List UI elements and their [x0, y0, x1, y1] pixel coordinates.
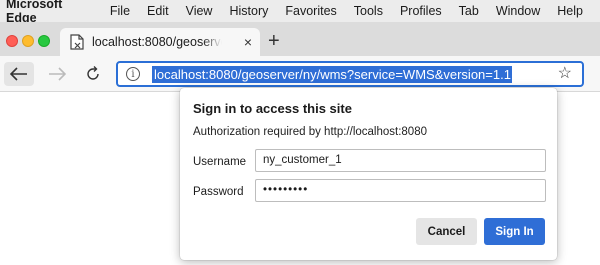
macos-menu-bar: Microsoft Edge File Edit View History Fa…: [0, 0, 600, 25]
tab-strip: localhost:8080/geoserver/ny/wms × +: [0, 22, 600, 56]
refresh-icon: [87, 66, 99, 80]
back-button[interactable]: [4, 62, 34, 86]
menu-view[interactable]: View: [186, 4, 213, 18]
menu-history[interactable]: History: [229, 4, 268, 18]
close-tab-icon[interactable]: ×: [244, 34, 252, 50]
menu-profiles[interactable]: Profiles: [400, 4, 442, 18]
back-arrow-icon: [10, 67, 27, 81]
favorite-star-icon[interactable]: ☆: [558, 63, 572, 85]
menu-edit[interactable]: Edit: [147, 4, 169, 18]
browser-toolbar: i localhost:8080/geoserver/ny/wms?servic…: [0, 56, 600, 92]
tab-title: localhost:8080/geoserver/ny/wms: [92, 35, 222, 49]
menu-tools[interactable]: Tools: [354, 4, 383, 18]
minimize-window-button[interactable]: [22, 35, 34, 47]
forward-button[interactable]: [42, 62, 72, 86]
zoom-window-button[interactable]: [38, 35, 50, 47]
password-label: Password: [193, 186, 244, 198]
dialog-title: Sign in to access this site: [193, 101, 352, 116]
close-window-button[interactable]: [6, 35, 18, 47]
browser-tab[interactable]: localhost:8080/geoserver/ny/wms ×: [60, 28, 260, 56]
new-tab-button[interactable]: +: [268, 31, 280, 51]
menu-window[interactable]: Window: [496, 4, 540, 18]
sign-in-button[interactable]: Sign In: [484, 218, 545, 245]
dialog-subtitle: Authorization required by http://localho…: [193, 126, 427, 138]
refresh-button[interactable]: [78, 62, 108, 86]
menu-tab[interactable]: Tab: [459, 4, 479, 18]
username-field[interactable]: ny_customer_1: [255, 149, 546, 172]
password-field[interactable]: •••••••••: [255, 179, 546, 202]
url-text[interactable]: localhost:8080/geoserver/ny/wms?service=…: [152, 66, 512, 83]
site-info-icon[interactable]: i: [126, 67, 140, 81]
username-label: Username: [193, 156, 247, 168]
cancel-button[interactable]: Cancel: [416, 218, 477, 245]
forward-arrow-icon: [49, 67, 66, 81]
address-bar[interactable]: i localhost:8080/geoserver/ny/wms?servic…: [116, 61, 584, 87]
page-icon: [70, 34, 84, 50]
sign-in-dialog: Sign in to access this site Authorizatio…: [180, 88, 557, 260]
menu-file[interactable]: File: [110, 4, 130, 18]
menu-favorites[interactable]: Favorites: [285, 4, 336, 18]
menu-help[interactable]: Help: [557, 4, 583, 18]
